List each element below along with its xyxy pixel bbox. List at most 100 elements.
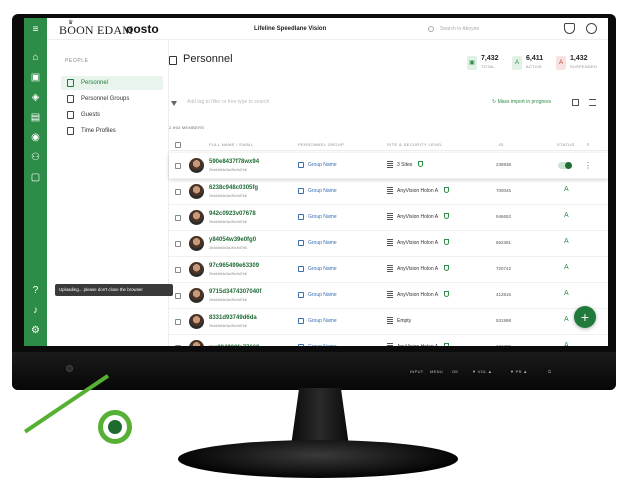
site-security-level[interactable]: Empty bbox=[397, 318, 411, 324]
table-row[interactable]: 6238c948c0305fg 2b4d4bf4e3a1f0c9d7e6 Group… bbox=[169, 179, 608, 205]
person-name[interactable]: 6238c948c0305fg bbox=[209, 185, 258, 191]
row-checkbox[interactable] bbox=[175, 345, 181, 346]
calendar-clock-icon bbox=[67, 127, 74, 135]
personnel-group[interactable]: Group Name bbox=[308, 266, 337, 272]
grid-view-icon[interactable] bbox=[572, 99, 579, 106]
person-active-icon: A bbox=[564, 264, 569, 271]
personnel-group[interactable]: Group Name bbox=[308, 318, 337, 324]
person-name[interactable]: 590e8437f78wx94 bbox=[209, 159, 259, 165]
avatar bbox=[189, 158, 204, 173]
help-icon[interactable]: ? bbox=[29, 284, 42, 297]
person-id: 412815 bbox=[496, 292, 512, 297]
personnel-group[interactable]: Group Name bbox=[308, 188, 337, 194]
select-all-checkbox[interactable] bbox=[175, 142, 181, 148]
row-checkbox[interactable] bbox=[175, 319, 181, 325]
sidebar-item-guests[interactable]: Guests bbox=[61, 108, 163, 122]
top-bar: ♛ BOON EDAM oosto Lifeline Speedlane Vis… bbox=[24, 18, 608, 40]
row-checkbox[interactable] bbox=[175, 189, 181, 195]
personnel-group[interactable]: Group Name bbox=[308, 240, 337, 246]
list-view-icon[interactable] bbox=[589, 99, 596, 106]
stat-label: TOTAL bbox=[481, 65, 495, 69]
group-icon bbox=[67, 95, 74, 103]
members-count: 2,963 MEMBERS bbox=[169, 125, 205, 130]
group-icon bbox=[298, 318, 304, 324]
person-active-icon: A bbox=[564, 212, 569, 219]
person-badge-icon bbox=[169, 56, 177, 65]
person-name[interactable]: 9715d3474307040f bbox=[209, 289, 261, 295]
more-options-icon[interactable]: ⋮ bbox=[584, 161, 592, 170]
table-row[interactable]: 9715d3474307040f 2b4d4bf4e3a1f0c9d7e6 Grou… bbox=[169, 283, 608, 309]
home-icon[interactable]: ⌂ bbox=[29, 51, 42, 64]
site-security-level[interactable]: AnyVision Holon A bbox=[397, 344, 438, 346]
avatar bbox=[189, 288, 204, 303]
building-icon bbox=[387, 213, 393, 221]
table-row[interactable]: 590e8437f78wx94 2b4d4bf4e3a1f0c9d7e6 Group… bbox=[169, 153, 608, 179]
person-name[interactable]: y84054w39e0fg0 bbox=[209, 237, 256, 243]
table-row[interactable]: 97c965499e63309 2b4d4bf4e3a1f0c9d7e6 Group… bbox=[169, 257, 608, 283]
row-checkbox[interactable] bbox=[175, 293, 181, 299]
site-security-level[interactable]: AnyVision Holon A bbox=[397, 266, 438, 272]
filter-icon[interactable] bbox=[171, 101, 177, 106]
personnel-group[interactable]: Group Name bbox=[308, 344, 337, 346]
avatar bbox=[189, 236, 204, 251]
column-header-group[interactable]: PERSONNEL GROUP bbox=[298, 142, 344, 147]
avatar bbox=[189, 184, 204, 199]
personnel-group[interactable]: Group Name bbox=[308, 292, 337, 298]
site-security-level[interactable]: AnyVision Holon A bbox=[397, 240, 438, 246]
filter-bar[interactable]: Add tag to filter or free type to search… bbox=[169, 96, 608, 112]
person-email: 2b4d4bf4e3a1f0c9d7e6 bbox=[209, 246, 247, 250]
table-row[interactable]: y84054w39e0fg0 2b4d4bf4e3a1f0c9d7e6 Group … bbox=[169, 231, 608, 257]
global-search[interactable]: Search in Aboyne bbox=[428, 23, 524, 35]
monitor-stand-base bbox=[178, 440, 458, 478]
status-toggle[interactable] bbox=[558, 162, 572, 169]
site-security-level[interactable]: AnyVision Holon A bbox=[397, 188, 438, 194]
sidebar-item-time-profiles[interactable]: Time Profiles bbox=[61, 124, 163, 138]
personnel-group[interactable]: Group Name bbox=[308, 162, 337, 168]
column-header-name[interactable]: FULL NAME / EMAIL bbox=[209, 142, 253, 147]
person-name[interactable]: pw384920fe77668 bbox=[209, 345, 259, 346]
monitor-button-power: ⏻ bbox=[548, 369, 552, 374]
row-checkbox[interactable] bbox=[175, 163, 181, 169]
table-row[interactable]: pw384920fe77668 Group Name AnyVision Holon… bbox=[169, 335, 608, 346]
table-row[interactable]: 8331d93749d6da 2b4d4bf4e3a1f0c9d7e6 Group … bbox=[169, 309, 608, 335]
monitor-button-volume: ▼ VOL ▲ bbox=[472, 369, 493, 374]
sidebar-item-personnel-groups[interactable]: Personnel Groups bbox=[61, 92, 163, 106]
person-name[interactable]: 942c0923v07678 bbox=[209, 211, 256, 217]
people-icon[interactable]: ⚇ bbox=[29, 151, 42, 164]
import-status[interactable]: ↻ Mass import in progress bbox=[492, 99, 551, 105]
shield-icon[interactable] bbox=[564, 23, 575, 34]
column-header-status[interactable]: STATUS bbox=[557, 142, 575, 147]
person-id: 946652 bbox=[496, 214, 512, 219]
column-header-site[interactable]: SITE & SECURITY LEVEL bbox=[387, 142, 443, 147]
site-security-level[interactable]: AnyVision Holon A bbox=[397, 214, 438, 220]
column-settings-icon[interactable]: ≡ bbox=[587, 142, 590, 147]
location-icon[interactable]: ◉ bbox=[29, 131, 42, 144]
sidebar-item-personnel[interactable]: Personnel bbox=[61, 76, 163, 90]
add-personnel-button[interactable]: + bbox=[574, 306, 596, 328]
person-badge-icon: ▣ bbox=[467, 56, 477, 70]
row-checkbox[interactable] bbox=[175, 241, 181, 247]
image-icon[interactable]: ▣ bbox=[29, 71, 42, 84]
person-check-icon: A bbox=[512, 56, 522, 70]
table-header: FULL NAME / EMAIL PERSONNEL GROUP SITE &… bbox=[169, 139, 608, 151]
person-name[interactable]: 8331d93749d6da bbox=[209, 315, 257, 321]
row-checkbox[interactable] bbox=[175, 267, 181, 273]
filter-input[interactable]: Add tag to filter or free type to search bbox=[187, 99, 269, 105]
document-icon[interactable]: ▢ bbox=[29, 171, 42, 184]
personnel-group[interactable]: Group Name bbox=[308, 214, 337, 220]
shield-icon[interactable]: ◈ bbox=[29, 91, 42, 104]
site-security-level[interactable]: 3 Sites bbox=[397, 162, 412, 168]
column-header-id[interactable]: ID bbox=[499, 142, 504, 147]
group-icon bbox=[298, 240, 304, 246]
gear-icon[interactable]: ⚙ bbox=[29, 324, 42, 337]
person-email: 2b4d4bf4e3a1f0c9d7e6 bbox=[209, 324, 247, 328]
person-name[interactable]: 97c965499e63309 bbox=[209, 263, 259, 269]
bell-icon[interactable]: ♪ bbox=[29, 304, 42, 317]
devices-icon[interactable]: ▤ bbox=[29, 111, 42, 124]
menu-icon[interactable]: ≡ bbox=[29, 23, 42, 36]
person-id: 531998 bbox=[496, 318, 512, 323]
table-row[interactable]: 942c0923v07678 2b4d4bf4e3a1f0c9d7e6 Group … bbox=[169, 205, 608, 231]
row-checkbox[interactable] bbox=[175, 215, 181, 221]
user-account-icon[interactable] bbox=[586, 23, 597, 34]
site-security-level[interactable]: AnyVision Holon A bbox=[397, 292, 438, 298]
